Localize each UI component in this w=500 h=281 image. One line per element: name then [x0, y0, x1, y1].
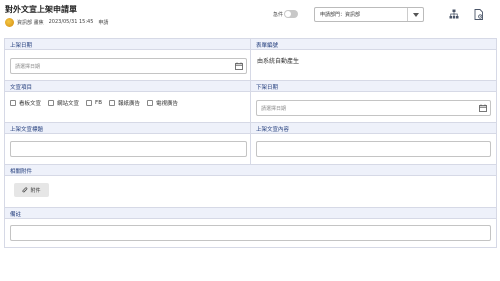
publish-date-label: 上架日期	[5, 39, 250, 50]
content-body-cell: 上架文宣內容	[250, 123, 497, 165]
content-items-checkboxes: 看板文宣 網站文宣 FB 報紙廣告 電視廣告	[10, 99, 185, 107]
publish-date-input[interactable]: 請選擇日期	[10, 58, 247, 74]
attach-button[interactable]: 附件	[14, 183, 49, 197]
calendar-icon[interactable]	[476, 101, 490, 115]
department-select[interactable]: 申請部門：資訊部	[314, 7, 424, 22]
remarks-input[interactable]	[10, 225, 491, 241]
document-settings-icon[interactable]	[473, 8, 485, 20]
form-row-3: 上架文宣標題 上架文宣內容	[4, 123, 497, 165]
form-number-value: 由系統自動產生	[257, 58, 300, 65]
content-body-label: 上架文宣內容	[251, 123, 496, 134]
form-number-cell: 表單編號 由系統自動產生	[250, 39, 497, 81]
publish-date-placeholder: 請選擇日期	[15, 63, 41, 70]
form-number-label: 表單編號	[251, 39, 496, 50]
form-row-2: 文宣項目 看板文宣 網站文宣 FB 報紙廣告 電視廣告 下架日期 請選擇日期	[4, 81, 497, 123]
chevron-down-icon[interactable]	[407, 8, 423, 21]
apply-datetime: 2023/05/31 15:45	[48, 19, 94, 25]
checkbox-website[interactable]: 網站文宣	[48, 99, 79, 107]
attachments-cell: 相關附件 附件	[4, 165, 497, 208]
attach-button-label: 附件	[30, 187, 41, 194]
avatar	[5, 17, 14, 27]
page-title: 對外文宣上架申請單	[5, 5, 77, 14]
content-body-input[interactable]	[256, 141, 491, 157]
checkbox-tv[interactable]: 電視廣告	[146, 99, 178, 107]
form-row-5: 備註	[4, 208, 497, 248]
applicant-meta: 資訊部 畫焦 2023/05/31 15:45 申請	[5, 17, 113, 27]
calendar-icon[interactable]	[232, 59, 246, 73]
unpublish-date-cell: 下架日期 請選擇日期	[250, 81, 497, 123]
checkbox-billboard[interactable]: 看板文宣	[10, 99, 41, 107]
department-value: 申請部門：資訊部	[320, 12, 361, 18]
application-form: 上架日期 請選擇日期 表單編號 由系統自動產生 文宣項目 看板文宣 網站文宣 F…	[4, 38, 497, 248]
attachments-label: 相關附件	[5, 165, 496, 176]
form-row-1: 上架日期 請選擇日期 表單編號 由系統自動產生	[4, 39, 497, 81]
remarks-label: 備註	[5, 208, 496, 219]
org-chart-icon[interactable]	[448, 8, 460, 20]
content-title-cell: 上架文宣標題	[4, 123, 250, 165]
content-items-cell: 文宣項目 看板文宣 網站文宣 FB 報紙廣告 電視廣告	[4, 81, 250, 123]
apply-status: 申請	[98, 19, 109, 26]
unpublish-date-placeholder: 請選擇日期	[261, 105, 287, 112]
checkbox-fb[interactable]: FB	[86, 100, 102, 106]
remarks-cell: 備註	[4, 208, 497, 248]
form-row-4: 相關附件 附件	[4, 165, 497, 208]
toggle-knob	[285, 11, 291, 17]
content-items-label: 文宣項目	[5, 81, 250, 92]
urgent-label: 急件	[273, 12, 284, 18]
content-title-input[interactable]	[10, 141, 247, 157]
form-header: 對外文宣上架申請單 資訊部 畫焦 2023/05/31 15:45 申請 急件 …	[0, 0, 500, 36]
checkbox-newspaper[interactable]: 報紙廣告	[108, 99, 140, 107]
unpublish-date-input[interactable]: 請選擇日期	[256, 100, 491, 116]
publish-date-cell: 上架日期 請選擇日期	[4, 39, 250, 81]
content-title-label: 上架文宣標題	[5, 123, 250, 134]
urgent-toggle[interactable]	[284, 10, 298, 18]
unpublish-date-label: 下架日期	[251, 81, 496, 92]
applicant-name: 資訊部 畫焦	[17, 19, 44, 26]
paperclip-icon	[22, 186, 28, 192]
